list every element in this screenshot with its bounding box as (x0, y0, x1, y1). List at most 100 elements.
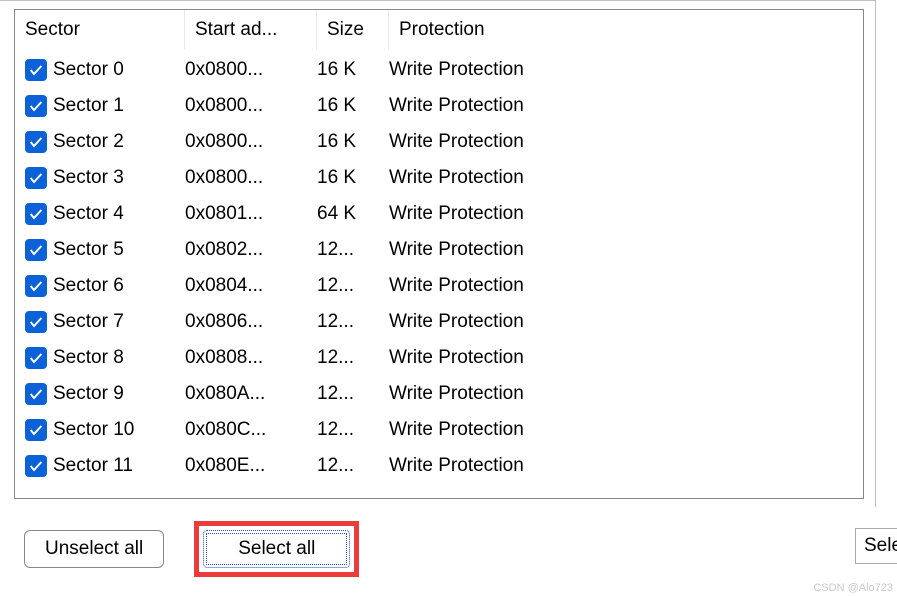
cell-sector: Sector 3 (25, 167, 185, 189)
cell-protection: Write Protection (389, 455, 863, 477)
cell-size: 16 K (317, 95, 389, 117)
sector-checkbox[interactable] (25, 167, 47, 189)
cell-start-address: 0x0800... (185, 95, 317, 117)
partial-button-fragment: Sele (855, 528, 897, 564)
cell-sector: Sector 0 (25, 59, 185, 81)
sector-name-label: Sector 9 (53, 383, 124, 405)
check-icon (28, 458, 44, 474)
table-row[interactable]: Sector 00x0800...16 KWrite Protection (15, 52, 863, 88)
sector-name-label: Sector 3 (53, 167, 124, 189)
table-row[interactable]: Sector 60x0804...12...Write Protection (15, 268, 863, 304)
table-row[interactable]: Sector 11 0x080E...12...Write Protection (15, 448, 863, 484)
cell-sector: Sector 10 (25, 419, 185, 441)
cell-protection: Write Protection (389, 419, 863, 441)
cell-size: 12... (317, 275, 389, 297)
cell-size: 16 K (317, 59, 389, 81)
sector-name-label: Sector 1 (53, 95, 124, 117)
sector-name-label: Sector 11 (53, 455, 133, 477)
cell-protection: Write Protection (389, 95, 863, 117)
cell-sector: Sector 7 (25, 311, 185, 333)
sector-checkbox[interactable] (25, 239, 47, 261)
sector-checkbox[interactable] (25, 95, 47, 117)
table-row[interactable]: Sector 2 0x0800...16 KWrite Protection (15, 124, 863, 160)
table-body: Sector 00x0800...16 KWrite ProtectionSec… (15, 50, 863, 486)
cell-protection: Write Protection (389, 383, 863, 405)
sector-checkbox[interactable] (25, 311, 47, 333)
cell-start-address: 0x080C... (185, 419, 317, 441)
check-icon (28, 170, 44, 186)
check-icon (28, 386, 44, 402)
cell-protection: Write Protection (389, 311, 863, 333)
table-row[interactable]: Sector 3 0x0800...16 KWrite Protection (15, 160, 863, 196)
cell-start-address: 0x0808... (185, 347, 317, 369)
check-icon (28, 134, 44, 150)
cell-start-address: 0x0800... (185, 167, 317, 189)
sector-name-label: Sector 5 (53, 239, 124, 261)
cell-size: 12... (317, 347, 389, 369)
cell-sector: Sector 6 (25, 275, 185, 297)
sector-checkbox[interactable] (25, 347, 47, 369)
button-row: Unselect all Select all (0, 507, 897, 577)
cell-start-address: 0x0800... (185, 131, 317, 153)
cell-size: 12... (317, 455, 389, 477)
sector-name-label: Sector 4 (53, 203, 124, 225)
column-header-size[interactable]: Size (317, 10, 389, 50)
cell-size: 64 K (317, 203, 389, 225)
cell-start-address: 0x0806... (185, 311, 317, 333)
cell-protection: Write Protection (389, 131, 863, 153)
select-all-button[interactable]: Select all (203, 530, 350, 568)
cell-sector: Sector 9 (25, 383, 185, 405)
column-header-sector[interactable]: Sector (15, 10, 185, 50)
sector-checkbox[interactable] (25, 131, 47, 153)
cell-start-address: 0x080E... (185, 455, 317, 477)
table-row[interactable]: Sector 10 0x080C...12...Write Protection (15, 412, 863, 448)
check-icon (28, 242, 44, 258)
cell-sector: Sector 8 (25, 347, 185, 369)
check-icon (28, 98, 44, 114)
sector-name-label: Sector 8 (53, 347, 124, 369)
sector-name-label: Sector 10 (53, 419, 134, 441)
check-icon (28, 350, 44, 366)
cell-protection: Write Protection (389, 167, 863, 189)
sector-name-label: Sector 0 (53, 59, 124, 81)
cell-start-address: 0x0802... (185, 239, 317, 261)
cell-size: 12... (317, 311, 389, 333)
sector-checkbox[interactable] (25, 203, 47, 225)
cell-protection: Write Protection (389, 347, 863, 369)
cell-size: 16 K (317, 131, 389, 153)
table-row[interactable]: Sector 40x0801...64 KWrite Protection (15, 196, 863, 232)
sector-name-label: Sector 2 (53, 131, 124, 153)
cell-start-address: 0x0804... (185, 275, 317, 297)
column-header-protection[interactable]: Protection (389, 10, 863, 50)
main-panel: Sector Start ad... Size Protection Secto… (0, 0, 876, 507)
cell-protection: Write Protection (389, 203, 863, 225)
cell-size: 12... (317, 239, 389, 261)
check-icon (28, 62, 44, 78)
cell-start-address: 0x080A... (185, 383, 317, 405)
cell-protection: Write Protection (389, 59, 863, 81)
check-icon (28, 422, 44, 438)
highlight-annotation: Select all (194, 521, 359, 577)
cell-sector: Sector 1 (25, 95, 185, 117)
sector-checkbox[interactable] (25, 419, 47, 441)
sector-name-label: Sector 7 (53, 311, 124, 333)
cell-size: 12... (317, 419, 389, 441)
check-icon (28, 206, 44, 222)
check-icon (28, 278, 44, 294)
cell-protection: Write Protection (389, 275, 863, 297)
table-row[interactable]: Sector 1 0x0800...16 KWrite Protection (15, 88, 863, 124)
sector-checkbox[interactable] (25, 59, 47, 81)
sector-checkbox[interactable] (25, 455, 47, 477)
table-row[interactable]: Sector 8 0x0808...12...Write Protection (15, 340, 863, 376)
sector-checkbox[interactable] (25, 383, 47, 405)
table-row[interactable]: Sector 90x080A...12...Write Protection (15, 376, 863, 412)
cell-sector: Sector 11 (25, 455, 185, 477)
cell-size: 16 K (317, 167, 389, 189)
table-row[interactable]: Sector 7 0x0806...12...Write Protection (15, 304, 863, 340)
check-icon (28, 314, 44, 330)
table-row[interactable]: Sector 50x0802...12...Write Protection (15, 232, 863, 268)
column-header-start-address[interactable]: Start ad... (185, 10, 317, 50)
sector-checkbox[interactable] (25, 275, 47, 297)
unselect-all-button[interactable]: Unselect all (24, 530, 164, 568)
table-header: Sector Start ad... Size Protection (15, 10, 863, 50)
